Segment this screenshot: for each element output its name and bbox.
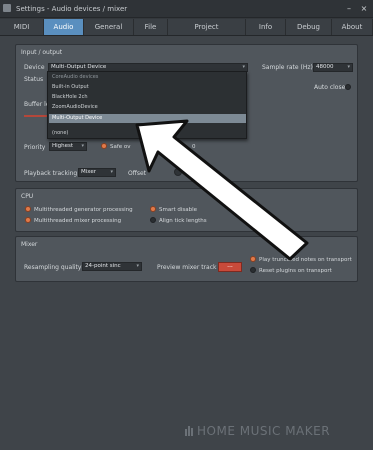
- watermark-logo-icon: [185, 426, 193, 436]
- watermark-text: HOME MUSIC MAKER: [197, 424, 331, 438]
- annotation-arrow-icon: [135, 119, 309, 261]
